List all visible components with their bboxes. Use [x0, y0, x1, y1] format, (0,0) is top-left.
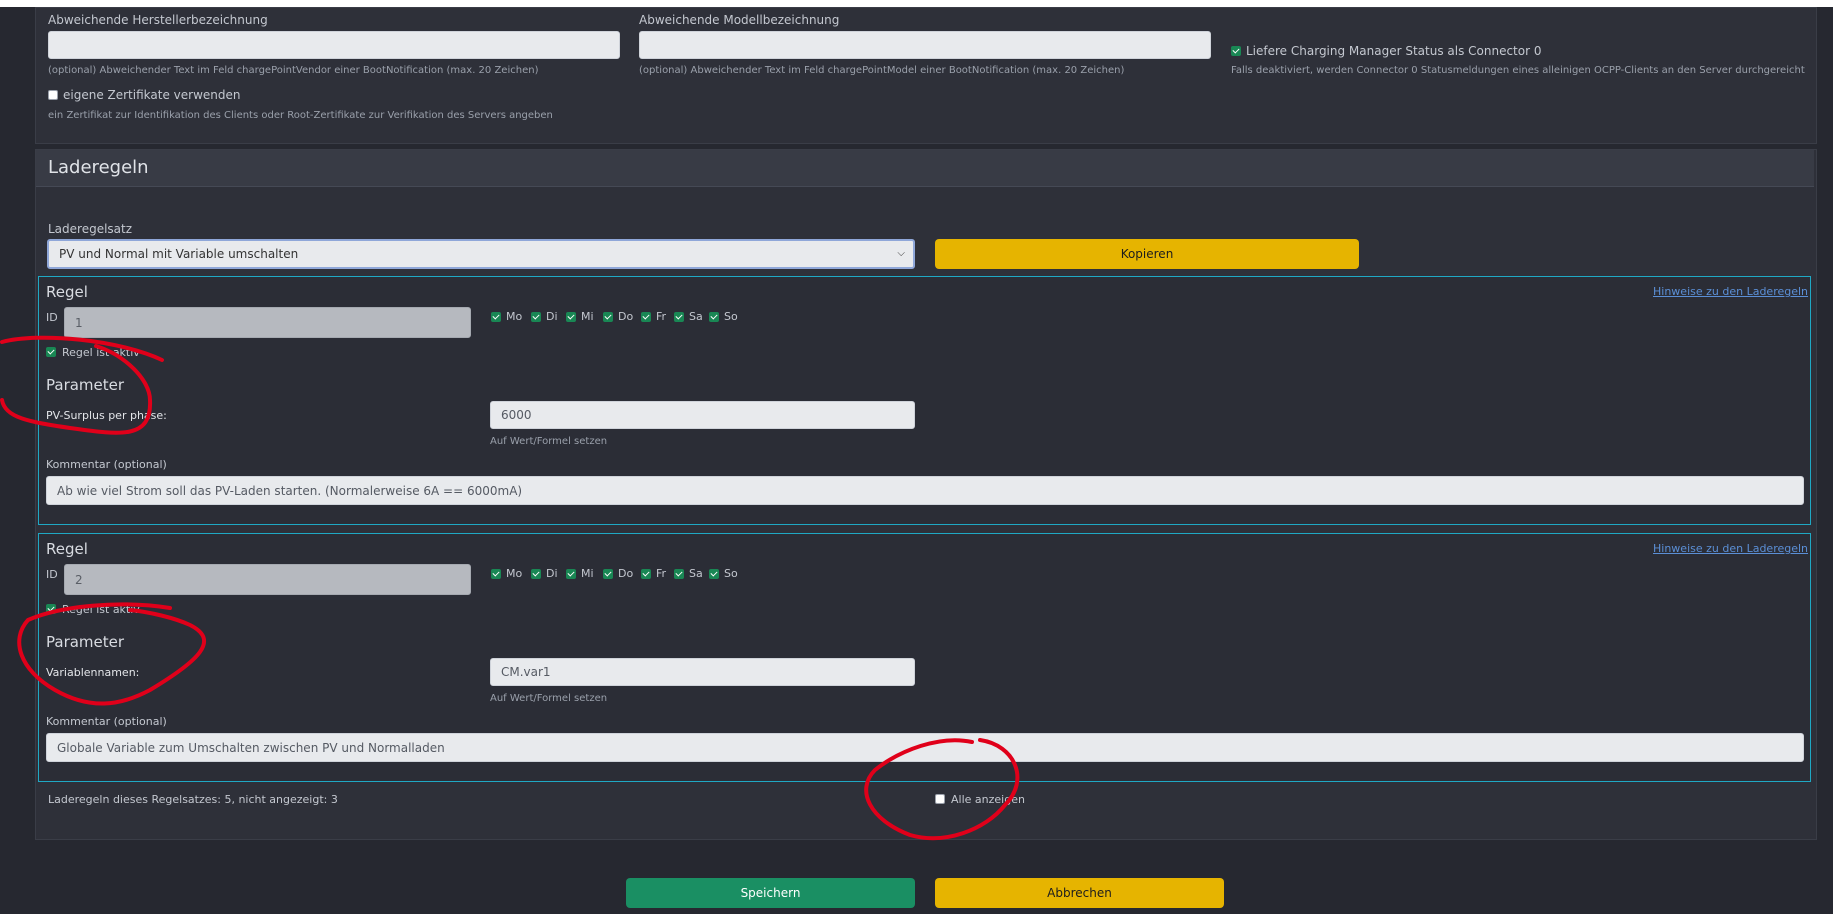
day-checkbox-sa[interactable] — [674, 312, 684, 322]
rule-active-label: Regel ist aktiv — [62, 346, 140, 359]
day-checkbox-fr[interactable] — [641, 312, 651, 322]
certs-label: eigene Zertifikate verwenden — [63, 88, 241, 102]
rule-title: Regel — [46, 540, 88, 558]
day-label-do: Do — [618, 310, 634, 323]
top-strip — [0, 0, 1833, 7]
day-checkbox-fr[interactable] — [641, 569, 651, 579]
vendor-input[interactable] — [48, 31, 620, 59]
day-label-sa: Sa — [689, 567, 703, 580]
rule-id-input[interactable]: 2 — [64, 564, 471, 595]
rule-active-label: Regel ist aktiv — [62, 603, 140, 616]
day-label-mo: Mo — [506, 310, 523, 323]
comment-label: Kommentar (optional) — [46, 458, 167, 471]
certs-help: ein Zertifikat zur Identifikation des Cl… — [48, 110, 553, 121]
save-button[interactable]: Speichern — [626, 878, 915, 908]
comment-input[interactable]: Globale Variable zum Umschalten zwischen… — [46, 733, 1804, 762]
cm-status-label: Liefere Charging Manager Status als Conn… — [1246, 44, 1542, 58]
day-checkbox-mi[interactable] — [566, 569, 576, 579]
day-checkbox-di[interactable] — [531, 312, 541, 322]
rule-active-checkbox[interactable] — [46, 604, 56, 614]
cancel-button[interactable]: Abbrechen — [935, 878, 1224, 908]
parameter-title: Parameter — [46, 376, 125, 394]
model-label: Abweichende Modellbezeichnung — [639, 13, 840, 27]
day-checkbox-mi[interactable] — [566, 312, 576, 322]
param-help: Auf Wert/Formel setzen — [490, 436, 608, 447]
day-label-mo: Mo — [506, 567, 523, 580]
vendor-label: Abweichende Herstellerbezeichnung — [48, 13, 268, 27]
day-label-sa: Sa — [689, 310, 703, 323]
param-value-input[interactable]: CM.var1 — [490, 658, 915, 686]
rule-id-label: ID — [46, 311, 58, 324]
day-checkbox-do[interactable] — [603, 312, 613, 322]
day-label-mi: Mi — [581, 567, 594, 580]
day-checkbox-so[interactable] — [709, 569, 719, 579]
day-label-so: So — [724, 567, 738, 580]
rules-summary: Laderegeln dieses Regelsatzes: 5, nicht … — [48, 793, 338, 806]
day-checkbox-sa[interactable] — [674, 569, 684, 579]
day-label-di: Di — [546, 567, 558, 580]
vendor-help: (optional) Abweichender Text im Feld cha… — [48, 65, 539, 76]
cm-status-checkbox[interactable] — [1231, 46, 1241, 56]
cm-status-help: Falls deaktiviert, werden Connector 0 St… — [1231, 65, 1805, 76]
show-all-label: Alle anzeigen — [951, 793, 1025, 806]
day-label-mi: Mi — [581, 310, 594, 323]
param-label: PV-Surplus per phase: — [46, 409, 167, 422]
laderegeln-title: Laderegeln — [48, 157, 149, 178]
day-checkbox-so[interactable] — [709, 312, 719, 322]
rule-id-label: ID — [46, 568, 58, 581]
show-all-checkbox[interactable] — [935, 794, 945, 804]
comment-input[interactable]: Ab wie viel Strom soll das PV-Laden star… — [46, 476, 1804, 505]
day-label-do: Do — [618, 567, 634, 580]
laderegeln-header — [36, 150, 1814, 187]
param-value-input[interactable]: 6000 — [490, 401, 915, 429]
param-help: Auf Wert/Formel setzen — [490, 693, 608, 704]
ruleset-selected-value: PV und Normal mit Variable umschalten — [59, 247, 299, 261]
rule-title: Regel — [46, 283, 88, 301]
day-label-di: Di — [546, 310, 558, 323]
chevron-down-icon: ⌵ — [897, 248, 905, 259]
day-label-fr: Fr — [656, 310, 667, 323]
rules-hint-link[interactable]: Hinweise zu den Laderegeln — [1653, 542, 1808, 555]
rules-hint-link[interactable]: Hinweise zu den Laderegeln — [1653, 285, 1808, 298]
day-label-so: So — [724, 310, 738, 323]
day-checkbox-mo[interactable] — [491, 312, 501, 322]
rule-id-input[interactable]: 1 — [64, 307, 471, 338]
ruleset-select[interactable]: PV und Normal mit Variable umschalten ⌵ — [47, 239, 915, 269]
parameter-title: Parameter — [46, 633, 125, 651]
comment-label: Kommentar (optional) — [46, 715, 167, 728]
certs-checkbox[interactable] — [48, 90, 58, 100]
ruleset-label: Laderegelsatz — [48, 222, 133, 236]
day-checkbox-di[interactable] — [531, 569, 541, 579]
day-checkbox-do[interactable] — [603, 569, 613, 579]
model-input[interactable] — [639, 31, 1211, 59]
day-label-fr: Fr — [656, 567, 667, 580]
day-checkbox-mo[interactable] — [491, 569, 501, 579]
rule-active-checkbox[interactable] — [46, 347, 56, 357]
model-help: (optional) Abweichender Text im Feld cha… — [639, 65, 1125, 76]
param-label: Variablennamen: — [46, 666, 140, 679]
copy-button[interactable]: Kopieren — [935, 239, 1359, 269]
